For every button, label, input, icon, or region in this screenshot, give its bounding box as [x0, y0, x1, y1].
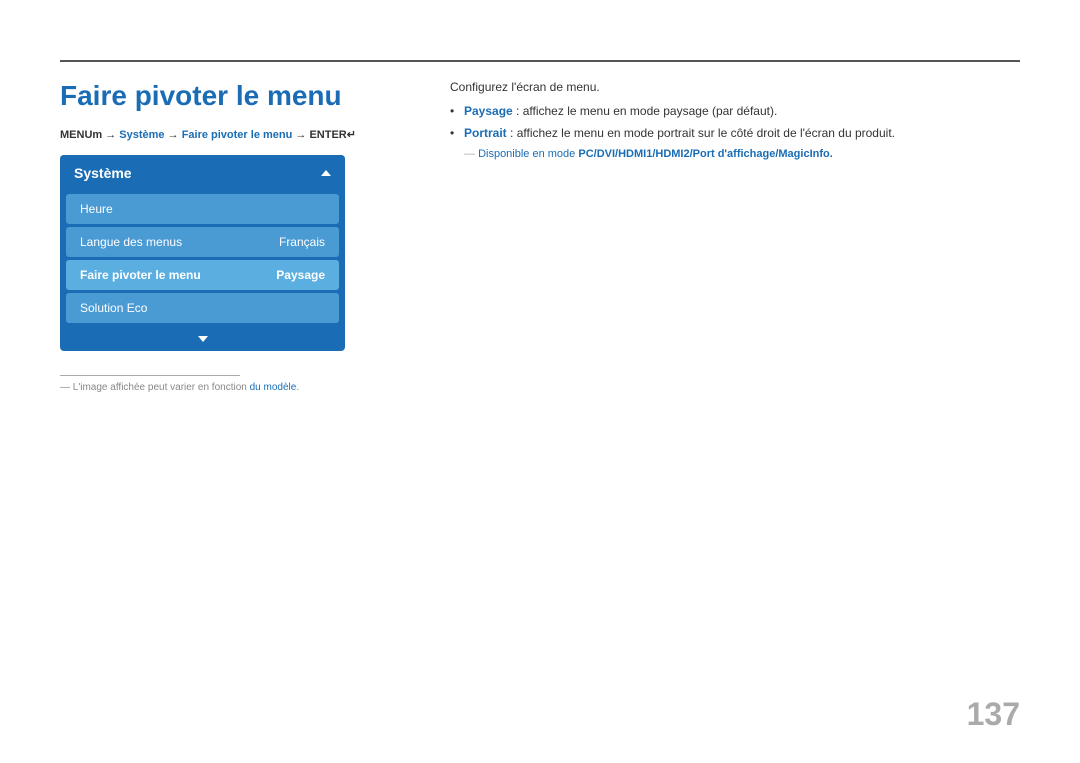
term-portrait-desc: affichez le menu en mode portrait sur le…	[517, 126, 895, 140]
menu-item-faire-pivoter-label: Faire pivoter le menu	[80, 268, 201, 282]
term-paysage-colon: :	[516, 104, 523, 118]
bullet-portrait: Portrait : affichez le menu en mode port…	[450, 126, 1020, 140]
bullet-list: Paysage : affichez le menu en mode paysa…	[450, 104, 1020, 140]
breadcrumb-nav3: ENTER	[309, 129, 346, 141]
term-paysage: Paysage	[464, 104, 513, 118]
menu-item-faire-pivoter[interactable]: Faire pivoter le menu Paysage	[66, 260, 339, 290]
menu-item-heure[interactable]: Heure	[66, 194, 339, 224]
menu-header: Système	[60, 155, 345, 191]
footnote: ― L'image affichée peut varier en foncti…	[60, 382, 299, 393]
bullet-paysage: Paysage : affichez le menu en mode paysa…	[450, 104, 1020, 118]
system-menu-panel: Système Heure Langue des menus Français …	[60, 155, 345, 351]
chevron-up-icon	[321, 170, 331, 176]
page-number: 137	[967, 696, 1020, 733]
menu-item-faire-pivoter-value: Paysage	[276, 268, 325, 282]
menu-item-solution-eco[interactable]: Solution Eco	[66, 293, 339, 323]
top-divider	[60, 60, 1020, 62]
page-title: Faire pivoter le menu	[60, 80, 342, 112]
footnote-divider	[60, 375, 240, 376]
breadcrumb-nav2: Faire pivoter le menu	[182, 129, 293, 141]
breadcrumb: MENUm → Système → Faire pivoter le menu …	[60, 128, 356, 141]
term-portrait: Portrait	[464, 126, 507, 140]
available-modes: PC/DVI/HDMI1/HDMI2/Port d'affichage/Magi…	[578, 148, 832, 160]
menu-header-label: Système	[74, 165, 132, 181]
term-paysage-desc: affichez le menu en mode paysage (par dé…	[523, 104, 778, 118]
breadcrumb-menu-icon: m	[92, 129, 102, 141]
breadcrumb-arrow3: →	[295, 129, 309, 141]
term-portrait-colon: :	[510, 126, 517, 140]
breadcrumb-nav1: Système	[119, 129, 164, 141]
breadcrumb-arrow1: →	[105, 129, 119, 141]
menu-item-langue-label: Langue des menus	[80, 235, 182, 249]
available-note: Disponible en mode PC/DVI/HDMI1/HDMI2/Po…	[450, 148, 1020, 160]
right-content: Configurez l'écran de menu. Paysage : af…	[450, 80, 1020, 160]
footnote-highlight: du modèle	[250, 382, 297, 393]
config-intro-text: Configurez l'écran de menu.	[450, 80, 1020, 94]
menu-item-solution-eco-label: Solution Eco	[80, 301, 147, 315]
menu-item-langue-value: Français	[279, 235, 325, 249]
menu-item-langue[interactable]: Langue des menus Français	[66, 227, 339, 257]
breadcrumb-enter-icon: ↵	[347, 129, 356, 141]
breadcrumb-menu-label: MENU	[60, 129, 92, 141]
chevron-down-icon	[198, 336, 208, 342]
menu-item-heure-label: Heure	[80, 202, 113, 216]
breadcrumb-arrow2: →	[168, 129, 182, 141]
